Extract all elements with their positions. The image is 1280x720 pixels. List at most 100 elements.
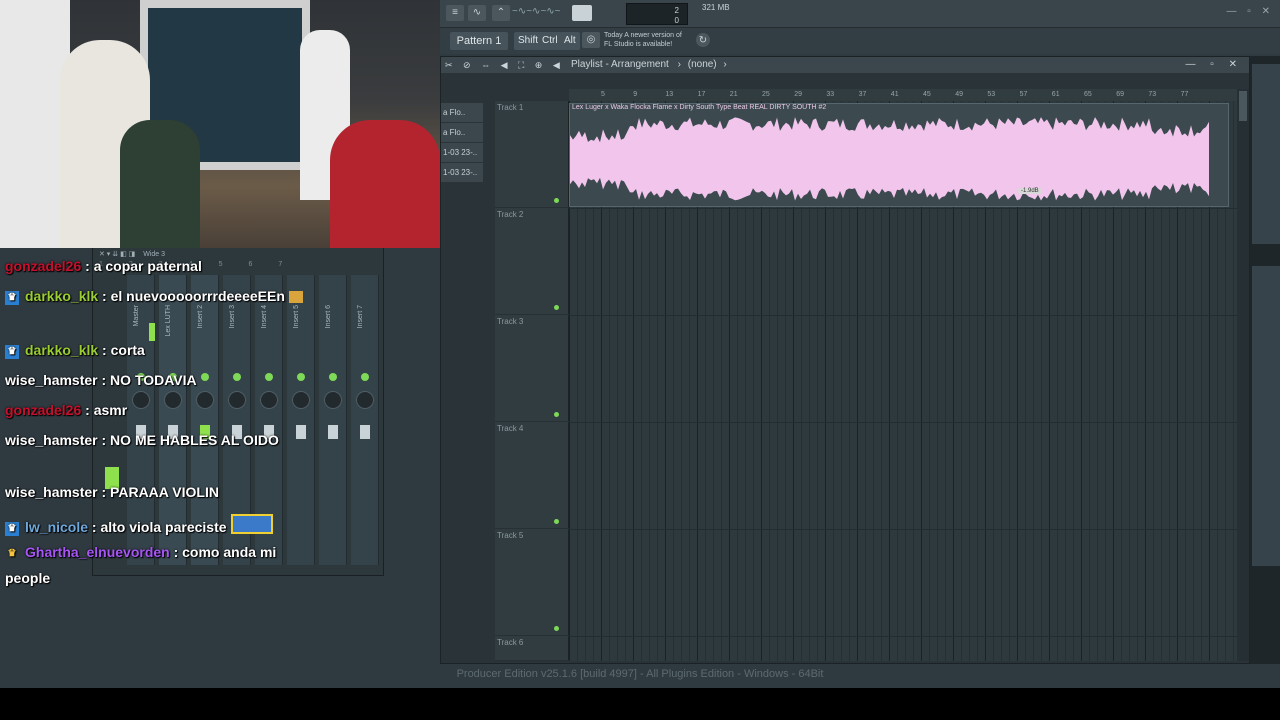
track-label: Track 5 (497, 531, 524, 540)
chat-username[interactable]: wise_hamster (5, 432, 98, 448)
chat-message: people (5, 570, 50, 586)
track-enable-led[interactable] (554, 519, 559, 524)
chat-message: ♛ Ghartha_elnuevorden : como anda mi (5, 544, 277, 561)
main-toolbar: ≡ ∿ ⌃ ~∿~∿~∿~ 2 0 321 MB — ▫ ✕ (440, 0, 1280, 28)
mixer-header: ✕ ▾ ⇊ ◧ ◨ Wide 3 (99, 250, 165, 258)
track-label: Track 2 (497, 210, 524, 219)
track-header-5[interactable]: Track 5 (495, 529, 569, 636)
chat-username[interactable]: gonzadel26 (5, 402, 81, 418)
pattern-selector[interactable]: Pattern 1 (450, 32, 508, 50)
cat-emote-icon (288, 291, 303, 303)
chat-text: : NO TODAVIA (97, 372, 197, 388)
right-side-panel (1250, 56, 1280, 664)
chat-username[interactable]: darkko_klk (25, 288, 98, 304)
step-icon[interactable]: ≡ (446, 5, 464, 21)
chat-text: : alto viola pareciste (88, 519, 227, 535)
ruler-tick: 5 (601, 91, 605, 98)
track-headers: Track 1 Track 2 Track 3 Track 4 Track 5 … (495, 101, 569, 661)
scrollbar-thumb[interactable] (1239, 91, 1247, 121)
chat-message: ♛ darkko_klk : el nuevooooorrrdeeeeEEn (5, 288, 303, 305)
cpu-sub-value: 0 (674, 16, 679, 25)
waveform-shape (570, 117, 1209, 201)
side-panel-block (1252, 266, 1280, 566)
ruler-tick: 69 (1116, 91, 1124, 98)
memory-monitor: 321 MB (702, 3, 740, 25)
chat-message: wise_hamster : NO ME HABLES AL OIDO (5, 432, 279, 448)
ruler-tick: 57 (1019, 91, 1028, 98)
playlist-tools-icons[interactable]: ✂ ⊘ ⇔ ◀ ⛶ ⊕ ◀ (445, 57, 564, 73)
arrangement-grid[interactable]: Lex Luger x Waka Flocka Flame x Dirty So… (569, 101, 1237, 661)
track-header-3[interactable]: Track 3 (495, 315, 569, 422)
pepe-emote-icon (230, 514, 273, 534)
track-label: Track 3 (497, 317, 524, 326)
track-enable-led[interactable] (554, 305, 559, 310)
window-controls[interactable]: — ▫ ✕ (1227, 6, 1274, 17)
ruler-tick: 49 (955, 91, 963, 98)
chat-message: ♛ lw_nicole : alto viola pareciste (5, 514, 273, 536)
ruler-tick: 77 (1180, 91, 1189, 98)
playlist-window: ✂ ⊘ ⇔ ◀ ⛶ ⊕ ◀ Playlist - Arrangement › (… (440, 56, 1250, 664)
picker-panel: a Flo.. a Flo.. 1-03 23-.. 1-03 23-.. (441, 103, 483, 183)
track-enable-led[interactable] (554, 412, 559, 417)
secondary-toolbar: Pattern 1 Shift Ctrl Alt ◎ Today A newer… (440, 28, 1280, 54)
mixer-header-icons[interactable]: ✕ ▾ ⇊ ◧ ◨ (99, 251, 135, 258)
person-green-jacket (120, 120, 200, 248)
chat-username[interactable]: gonzadel26 (5, 258, 81, 274)
cpu-monitor: 2 0 (626, 3, 688, 25)
chat-text: : a copar paternal (81, 258, 202, 274)
chat-message: ♛ darkko_klk : corta (5, 342, 145, 359)
bottom-letterbox (0, 688, 1280, 720)
track-label: Track 6 (497, 638, 524, 647)
track-header-4[interactable]: Track 4 (495, 422, 569, 529)
chat-message: gonzadel26 : a copar paternal (5, 258, 202, 274)
picker-item[interactable]: a Flo.. (441, 123, 483, 143)
track-header-2[interactable]: Track 2 (495, 208, 569, 315)
globe-icon[interactable]: ◎ (582, 32, 600, 48)
ruler-tick: 25 (762, 91, 770, 98)
playlist-title: Playlist - Arrangement › (none) › (571, 59, 727, 70)
chat-message: wise_hamster : PARAAA VIOLIN (5, 484, 219, 500)
ruler-tick: 29 (794, 91, 802, 98)
picker-item[interactable]: 1-03 23-.. (441, 163, 483, 183)
track-enable-led[interactable] (554, 626, 559, 631)
chat-text: : como anda mi (169, 544, 277, 560)
track-divider (569, 315, 1237, 316)
ruler-tick: 41 (890, 91, 899, 98)
ruler-tick: 9 (633, 91, 638, 98)
track-divider (569, 636, 1237, 637)
chat-username[interactable]: Ghartha_elnuevorden (25, 544, 170, 560)
chat-username[interactable]: lw_nicole (25, 519, 88, 535)
picker-item[interactable]: a Flo.. (441, 103, 483, 123)
ctrl-key-button[interactable]: Ctrl (538, 32, 562, 50)
mixer-layout-label[interactable]: Wide 3 (143, 251, 165, 258)
refresh-icon[interactable]: ↻ (696, 33, 710, 47)
webcam-overlay (0, 0, 440, 248)
track-header-6[interactable]: Track 6 (495, 636, 569, 661)
playlist-pattern-label[interactable]: (none) (688, 59, 717, 70)
cursor-icon[interactable]: ⌃ (492, 5, 510, 21)
side-panel-block (1252, 64, 1280, 244)
chat-username[interactable]: wise_hamster (5, 484, 98, 500)
audio-waveform (570, 117, 1209, 201)
timeline-ruler[interactable]: 5 9 13 17 21 25 29 33 37 41 45 49 53 57 61 65 69 73 77 (569, 89, 1237, 101)
audio-clip[interactable]: Lex Luger x Waka Flocka Flame x Dirty So… (569, 103, 1229, 207)
chat-username[interactable]: darkko_klk (25, 342, 98, 358)
track-enable-led[interactable] (554, 198, 559, 203)
picker-item[interactable]: 1-03 23-.. (441, 143, 483, 163)
playlist-vertical-scrollbar[interactable] (1237, 89, 1249, 661)
wave-icon[interactable]: ∿ (468, 5, 486, 21)
oscilloscope-icon: ~∿~∿~∿~ (512, 6, 561, 17)
memory-value: 321 MB (702, 3, 730, 12)
playlist-titlebar: ✂ ⊘ ⇔ ◀ ⛶ ⊕ ◀ Playlist - Arrangement › (… (441, 57, 1249, 73)
track-label: Track 1 (497, 103, 524, 112)
crown-badge-icon: ♛ (7, 548, 17, 559)
chat-username[interactable]: wise_hamster (5, 372, 98, 388)
stream-chat: gonzadel26 : a copar paternal ♛ darkko_klk… (0, 258, 390, 598)
playlist-window-controls[interactable]: — ▫ ✕ (1186, 57, 1243, 73)
alt-key-button[interactable]: Alt (560, 32, 580, 50)
track-label: Track 4 (497, 424, 524, 433)
track-header-1[interactable]: Track 1 (495, 101, 569, 208)
prime-badge-icon: ♛ (5, 291, 19, 305)
track-divider (569, 208, 1237, 209)
audio-clip-title: Lex Luger x Waka Flocka Flame x Dirty So… (572, 104, 827, 111)
